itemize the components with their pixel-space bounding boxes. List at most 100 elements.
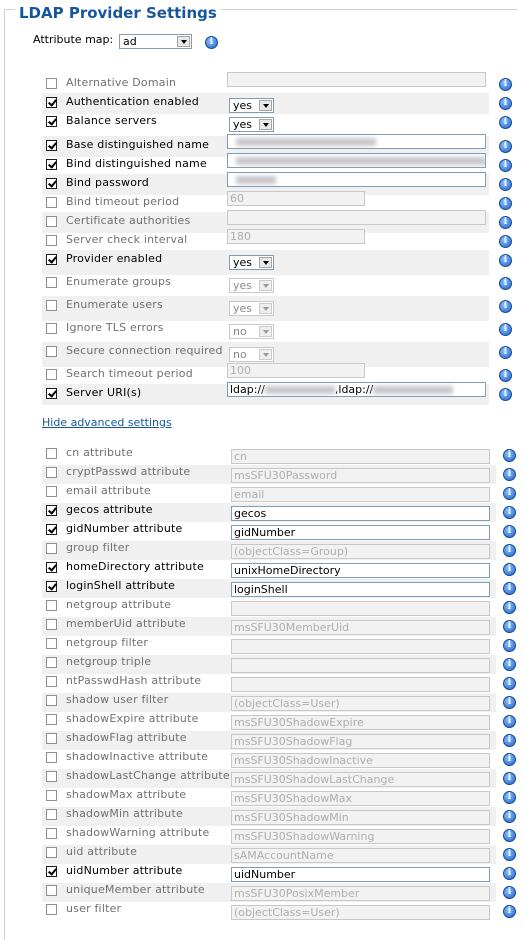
- group-filter-checkbox[interactable]: [46, 543, 57, 554]
- secure-connection-required-info-icon[interactable]: i: [499, 346, 512, 359]
- netgroup-attribute-info-icon[interactable]: i: [503, 601, 516, 614]
- bind-timeout-period-input[interactable]: 60: [227, 191, 365, 206]
- uniquemember-attribute-input[interactable]: msSFU30PosixMember: [231, 886, 490, 901]
- bind-distinguished-name-input[interactable]: [227, 153, 486, 168]
- authentication-enabled-select[interactable]: yes: [229, 98, 274, 113]
- netgroup-triple-info-icon[interactable]: i: [503, 658, 516, 671]
- uid-attribute-input[interactable]: sAMAccountName: [231, 848, 490, 863]
- server-uri-s-info-icon[interactable]: i: [499, 388, 512, 401]
- ignore-tls-errors-info-icon[interactable]: i: [499, 323, 512, 336]
- shadowmin-attribute-checkbox[interactable]: [46, 809, 57, 820]
- bind-distinguished-name-checkbox[interactable]: [46, 159, 57, 170]
- enumerate-groups-info-icon[interactable]: i: [499, 277, 512, 290]
- enumerate-groups-select[interactable]: yes: [229, 278, 274, 293]
- gidnumber-attribute-input[interactable]: gidNumber: [231, 525, 490, 540]
- search-timeout-period-input[interactable]: 100: [227, 363, 365, 378]
- uniquemember-attribute-info-icon[interactable]: i: [503, 886, 516, 899]
- chevron-down-icon[interactable]: [177, 36, 190, 47]
- cryptpasswd-attribute-input[interactable]: msSFU30Password: [231, 468, 490, 483]
- netgroup-triple-input[interactable]: [231, 658, 490, 673]
- provider-enabled-info-icon[interactable]: i: [499, 254, 512, 267]
- ntpasswdhash-attribute-info-icon[interactable]: i: [503, 677, 516, 690]
- user-filter-input[interactable]: (objectClass=User): [231, 905, 490, 920]
- gidnumber-attribute-info-icon[interactable]: i: [503, 525, 516, 538]
- attribute-map-info-icon[interactable]: i: [205, 36, 218, 49]
- chevron-down-icon[interactable]: [259, 280, 272, 291]
- gecos-attribute-input[interactable]: gecos: [231, 506, 490, 521]
- ignore-tls-errors-select[interactable]: no: [229, 324, 274, 339]
- cn-attribute-info-icon[interactable]: i: [503, 449, 516, 462]
- shadow-user-filter-checkbox[interactable]: [46, 695, 57, 706]
- balance-servers-select[interactable]: yes: [229, 117, 274, 132]
- uidnumber-attribute-info-icon[interactable]: i: [503, 867, 516, 880]
- base-distinguished-name-checkbox[interactable]: [46, 140, 57, 151]
- chevron-down-icon[interactable]: [259, 100, 272, 111]
- shadowmin-attribute-input[interactable]: msSFU30ShadowMin: [231, 810, 490, 825]
- loginshell-attribute-checkbox[interactable]: [46, 581, 57, 592]
- secure-connection-required-select[interactable]: no: [229, 347, 274, 362]
- hide-advanced-settings-link[interactable]: Hide advanced settings: [42, 416, 172, 429]
- alternative-domain-input[interactable]: [227, 72, 486, 87]
- bind-timeout-period-info-icon[interactable]: i: [499, 197, 512, 210]
- server-uri-s-checkbox[interactable]: [46, 388, 57, 399]
- cryptpasswd-attribute-info-icon[interactable]: i: [503, 468, 516, 481]
- shadowinactive-attribute-checkbox[interactable]: [46, 752, 57, 763]
- alternative-domain-info-icon[interactable]: i: [499, 78, 512, 91]
- email-attribute-input[interactable]: email: [231, 487, 490, 502]
- shadowwarning-attribute-info-icon[interactable]: i: [503, 829, 516, 842]
- bind-distinguished-name-info-icon[interactable]: i: [499, 159, 512, 172]
- shadowmax-attribute-input[interactable]: msSFU30ShadowMax: [231, 791, 490, 806]
- homedirectory-attribute-input[interactable]: unixHomeDirectory: [231, 563, 490, 578]
- authentication-enabled-info-icon[interactable]: i: [499, 97, 512, 110]
- netgroup-attribute-input[interactable]: [231, 601, 490, 616]
- enumerate-users-checkbox[interactable]: [46, 300, 57, 311]
- gidnumber-attribute-checkbox[interactable]: [46, 524, 57, 535]
- balance-servers-checkbox[interactable]: [46, 116, 57, 127]
- shadow-user-filter-info-icon[interactable]: i: [503, 696, 516, 709]
- memberuid-attribute-info-icon[interactable]: i: [503, 620, 516, 633]
- memberuid-attribute-input[interactable]: msSFU30MemberUid: [231, 620, 490, 635]
- authentication-enabled-checkbox[interactable]: [46, 97, 57, 108]
- shadowinactive-attribute-input[interactable]: msSFU30ShadowInactive: [231, 753, 490, 768]
- shadowmin-attribute-info-icon[interactable]: i: [503, 810, 516, 823]
- homedirectory-attribute-checkbox[interactable]: [46, 562, 57, 573]
- shadowflag-attribute-checkbox[interactable]: [46, 733, 57, 744]
- bind-password-info-icon[interactable]: i: [499, 178, 512, 191]
- shadowflag-attribute-input[interactable]: msSFU30ShadowFlag: [231, 734, 490, 749]
- enumerate-users-select[interactable]: yes: [229, 301, 274, 316]
- loginshell-attribute-input[interactable]: loginShell: [231, 582, 490, 597]
- chevron-down-icon[interactable]: [259, 257, 272, 268]
- server-check-interval-input[interactable]: 180: [227, 229, 365, 244]
- netgroup-filter-info-icon[interactable]: i: [503, 639, 516, 652]
- homedirectory-attribute-info-icon[interactable]: i: [503, 563, 516, 576]
- ntpasswdhash-attribute-input[interactable]: [231, 677, 490, 692]
- shadowlastchange-attribute-info-icon[interactable]: i: [503, 772, 516, 785]
- shadowexpire-attribute-checkbox[interactable]: [46, 714, 57, 725]
- shadowmax-attribute-checkbox[interactable]: [46, 790, 57, 801]
- secure-connection-required-checkbox[interactable]: [46, 346, 57, 357]
- shadowlastchange-attribute-input[interactable]: msSFU30ShadowLastChange: [231, 772, 490, 787]
- netgroup-filter-input[interactable]: [231, 639, 490, 654]
- group-filter-input[interactable]: (objectClass=Group): [231, 544, 490, 559]
- shadowwarning-attribute-input[interactable]: msSFU30ShadowWarning: [231, 829, 490, 844]
- alternative-domain-checkbox[interactable]: [46, 78, 57, 89]
- user-filter-checkbox[interactable]: [46, 904, 57, 915]
- cryptpasswd-attribute-checkbox[interactable]: [46, 467, 57, 478]
- certificate-authorities-checkbox[interactable]: [46, 216, 57, 227]
- chevron-down-icon[interactable]: [259, 326, 272, 337]
- base-distinguished-name-input[interactable]: [227, 134, 486, 149]
- uniquemember-attribute-checkbox[interactable]: [46, 885, 57, 896]
- netgroup-attribute-checkbox[interactable]: [46, 600, 57, 611]
- server-check-interval-info-icon[interactable]: i: [499, 235, 512, 248]
- user-filter-info-icon[interactable]: i: [503, 905, 516, 918]
- search-timeout-period-checkbox[interactable]: [46, 369, 57, 380]
- email-attribute-checkbox[interactable]: [46, 486, 57, 497]
- email-attribute-info-icon[interactable]: i: [503, 487, 516, 500]
- uid-attribute-info-icon[interactable]: i: [503, 848, 516, 861]
- server-uri-s-input[interactable]: ldap:// ,ldap://: [227, 382, 486, 397]
- cn-attribute-checkbox[interactable]: [46, 448, 57, 459]
- uidnumber-attribute-checkbox[interactable]: [46, 866, 57, 877]
- cn-attribute-input[interactable]: cn: [231, 449, 490, 464]
- shadowmax-attribute-info-icon[interactable]: i: [503, 791, 516, 804]
- base-distinguished-name-info-icon[interactable]: i: [499, 140, 512, 153]
